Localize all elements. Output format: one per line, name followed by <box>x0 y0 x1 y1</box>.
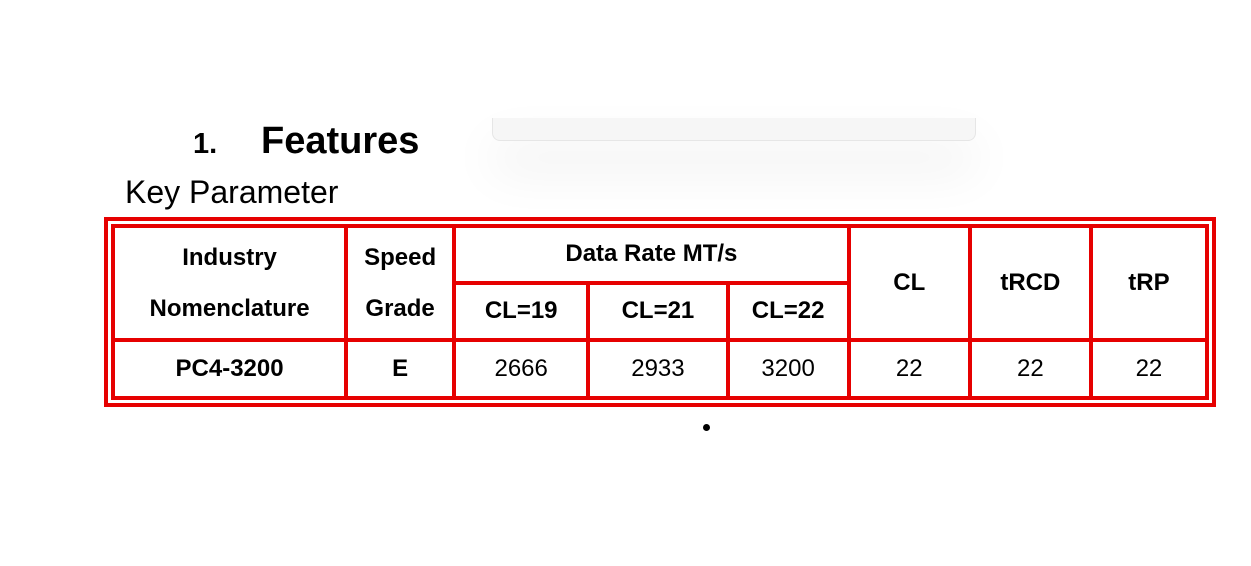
table-highlight-frame: Industry Nomenclature Speed Grade Data R… <box>104 217 1216 407</box>
floating-panel-shadow <box>492 118 976 141</box>
header-cl22: CL=22 <box>727 282 849 340</box>
cell-rate-cl21: 2933 <box>588 339 728 398</box>
cell-speed-grade: E <box>346 339 455 398</box>
header-speed-line2: Grade <box>365 294 435 322</box>
section-heading: 1. Features <box>193 120 419 163</box>
header-industry-line1: Industry <box>182 243 277 271</box>
cell-cl: 22 <box>848 339 970 398</box>
table-row: PC4-3200 E 2666 2933 3200 22 22 22 <box>113 339 1207 398</box>
cell-trp: 22 <box>1090 339 1207 398</box>
subsection-title: Key Parameter <box>125 174 339 210</box>
key-parameter-table: Industry Nomenclature Speed Grade Data R… <box>111 224 1209 400</box>
cell-nomenclature: PC4-3200 <box>113 339 347 398</box>
cell-rate-cl22: 3200 <box>727 339 849 398</box>
header-industry-nomenclature: Industry Nomenclature <box>113 226 347 340</box>
cell-trcd: 22 <box>969 339 1091 398</box>
cell-rate-cl19: 2666 <box>454 339 589 398</box>
header-cl21: CL=21 <box>588 282 728 340</box>
section-number: 1. <box>193 128 218 160</box>
header-cl19: CL=19 <box>454 282 589 340</box>
header-trcd: tRCD <box>969 226 1091 340</box>
section-title: Features <box>261 120 420 162</box>
header-trp: tRP <box>1090 226 1207 340</box>
header-speed-grade: Speed Grade <box>346 226 455 340</box>
header-cl: CL <box>848 226 970 340</box>
header-speed-line1: Speed <box>364 243 437 271</box>
header-industry-line2: Nomenclature <box>149 294 310 322</box>
bullet-dot <box>703 424 710 431</box>
header-data-rate: Data Rate MT/s <box>454 226 849 283</box>
